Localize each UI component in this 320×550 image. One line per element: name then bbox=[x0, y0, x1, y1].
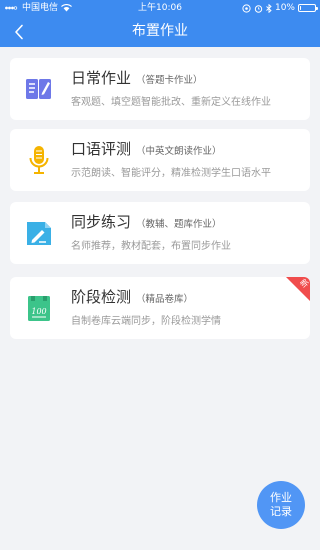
document-edit-icon bbox=[27, 222, 51, 245]
homework-record-line1: 作业 bbox=[270, 491, 292, 504]
status-bar: 中国电信 上午10:06 10% bbox=[0, 0, 320, 16]
battery-icon bbox=[298, 4, 318, 12]
homework-record-line2: 记录 bbox=[270, 505, 292, 518]
card-name: 同步练习 bbox=[71, 213, 132, 231]
header: 中国电信 上午10:06 10% 布置作业 bbox=[0, 0, 320, 47]
card-title: 阶段检测 （精品卷库） bbox=[71, 286, 193, 308]
svg-text:100: 100 bbox=[31, 307, 46, 316]
card-description: 客观题、填空题智能批改、重新定义在线作业 bbox=[71, 97, 271, 108]
card-title: 口语评测 （中英文朗读作业） bbox=[71, 138, 222, 160]
status-right: 10% bbox=[242, 0, 318, 16]
card-daily-homework[interactable]: 日常作业 （答题卡作业） 客观题、填空题智能批改、重新定义在线作业 bbox=[10, 58, 310, 120]
card-oral-assessment[interactable]: 口语评测 （中英文朗读作业） 示范朗读、智能评分，精准检测学生口语水平 bbox=[10, 129, 310, 191]
battery-percent: 10% bbox=[274, 3, 295, 13]
card-stage-test[interactable]: 100 阶段检测 （精品卷库） 自制卷库云端同步，阶段检测学情 新 bbox=[10, 277, 310, 339]
exam-paper-icon: 100 bbox=[28, 296, 50, 321]
card-tag: （答题卡作业） bbox=[136, 75, 203, 86]
bluetooth-icon bbox=[266, 3, 272, 13]
microphone-icon bbox=[29, 146, 49, 174]
card-description: 自制卷库云端同步，阶段检测学情 bbox=[71, 316, 221, 327]
card-tag: （教辅、题库作业） bbox=[136, 219, 222, 230]
card-title: 日常作业 （答题卡作业） bbox=[71, 67, 203, 89]
card-description: 名师推荐，教材配套，布置同步作业 bbox=[71, 241, 231, 252]
card-title: 同步练习 （教辅、题库作业） bbox=[71, 211, 222, 233]
card-name: 日常作业 bbox=[71, 69, 132, 87]
homework-record-button[interactable]: 作业 记录 bbox=[257, 481, 305, 529]
orientation-lock-icon bbox=[242, 3, 251, 13]
card-name: 阶段检测 bbox=[71, 288, 132, 306]
card-tag: （中英文朗读作业） bbox=[136, 146, 222, 157]
page-title: 布置作业 bbox=[132, 23, 188, 39]
card-description: 示范朗读、智能评分，精准检测学生口语水平 bbox=[71, 168, 271, 179]
battery-level bbox=[300, 6, 301, 10]
alarm-icon bbox=[254, 4, 263, 13]
nav-bar: 布置作业 bbox=[0, 16, 320, 47]
notebook-pen-icon bbox=[26, 79, 51, 99]
card-tag: （精品卷库） bbox=[136, 294, 194, 305]
card-sync-practice[interactable]: 同步练习 （教辅、题库作业） 名师推荐，教材配套，布置同步作业 bbox=[10, 202, 310, 264]
card-name: 口语评测 bbox=[71, 140, 132, 158]
